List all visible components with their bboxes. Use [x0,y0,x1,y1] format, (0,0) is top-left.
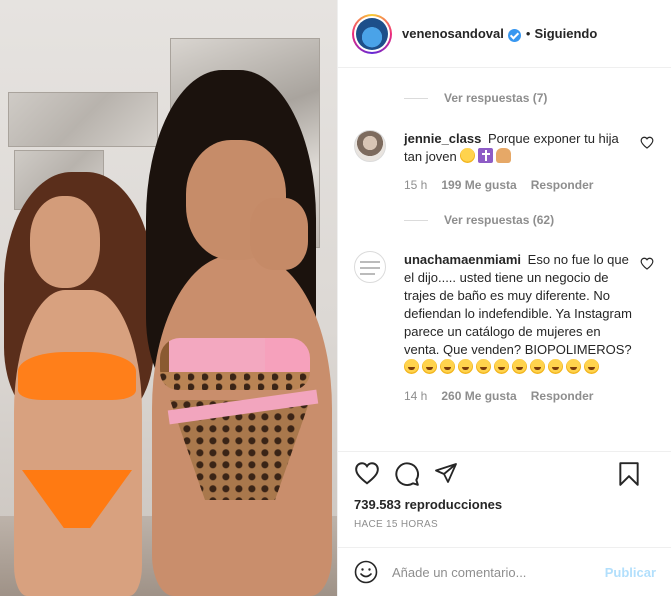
girl-face [30,196,100,288]
comment-time[interactable]: 15 h [404,176,427,194]
laughing-face-emoji [440,359,455,374]
like-comment-heart-icon[interactable] [640,257,654,270]
comment-text: Eso no fue lo que el dijo..... usted tie… [404,252,632,357]
truncated-comment-text: — ——— — [404,69,476,75]
comment-meta: 15 h 199 Me gusta Responder [404,176,634,194]
girl-figure [14,290,142,596]
emoji-smiley-icon[interactable] [354,560,378,584]
laughing-face-emoji [584,359,599,374]
post-actions: 739.583 reproducciones HACE 15 HORAS [338,451,671,530]
post-details-panel: venenosandoval • Siguiendo — ——— — Ver r… [337,0,671,596]
wall-panel [8,92,158,147]
orange-bikini-top [18,352,136,400]
laughing-face-emoji [422,359,437,374]
view-replies-button[interactable]: Ver respuestas (62) [404,213,554,227]
comment-input[interactable] [392,564,592,580]
comments-list[interactable]: — ——— — Ver respuestas (7) jennie_class … [338,69,671,451]
verified-badge-icon [507,29,521,42]
reply-button[interactable]: Responder [531,176,594,194]
laughing-emoji-row [404,359,602,375]
commenter-username[interactable]: jennie_class [404,131,481,146]
laughing-face-emoji [458,359,473,374]
leopard-bikini-top [160,338,310,390]
comment-meta: 14 h 260 Me gusta Responder [404,387,634,405]
following-button[interactable]: Siguiendo [534,26,597,41]
laughing-face-emoji [548,359,563,374]
share-paper-plane-icon[interactable] [433,461,459,485]
action-icons [354,461,656,487]
comment-likes[interactable]: 260 Me gusta [441,387,516,405]
laughing-face-emoji [512,359,527,374]
laughing-face-emoji [494,359,509,374]
view-replies-button[interactable]: Ver respuestas (7) [404,91,547,105]
save-bookmark-icon[interactable] [618,461,640,487]
author-username[interactable]: venenosandoval [402,26,504,41]
view-count[interactable]: 739.583 reproducciones [354,497,656,512]
commenter-username[interactable]: unachamaenmiami [404,252,521,267]
like-heart-icon[interactable] [354,461,380,485]
like-comment-heart-icon[interactable] [640,136,654,149]
publish-button[interactable]: Publicar [605,565,656,580]
comment-bubble-icon[interactable] [394,461,420,487]
folded-hands-emoji [496,148,512,163]
profile-avatar[interactable] [352,13,392,54]
woman-hand [250,198,308,270]
replies-divider [404,219,428,221]
separator-dot: • [525,26,531,41]
laughing-face-emoji [566,359,581,374]
laughing-face-emoji [404,359,419,374]
commenter-avatar[interactable] [354,251,386,283]
post-header: venenosandoval • Siguiendo [338,0,671,68]
view-replies-label: Ver respuestas (7) [444,91,548,105]
comment-time[interactable]: 14 h [404,387,427,405]
commenter-avatar[interactable] [354,130,386,162]
reply-button[interactable]: Responder [531,387,594,405]
replies-divider [404,97,428,99]
comment-body: unachamaenmiami Eso no fue lo que el dij… [404,251,634,405]
comment-likes[interactable]: 199 Me gusta [441,176,516,194]
sad-face-emoji [460,148,476,163]
view-replies-label: Ver respuestas (62) [444,213,555,227]
latin-cross-emoji [478,148,494,163]
add-comment-bar: Publicar [338,547,671,596]
laughing-face-emoji [530,359,545,374]
post-video[interactable] [0,0,337,596]
laughing-face-emoji [476,359,491,374]
post-timestamp[interactable]: HACE 15 HORAS [354,519,656,530]
comment-body: jennie_class Porque exponer tu hija tan … [404,130,634,194]
